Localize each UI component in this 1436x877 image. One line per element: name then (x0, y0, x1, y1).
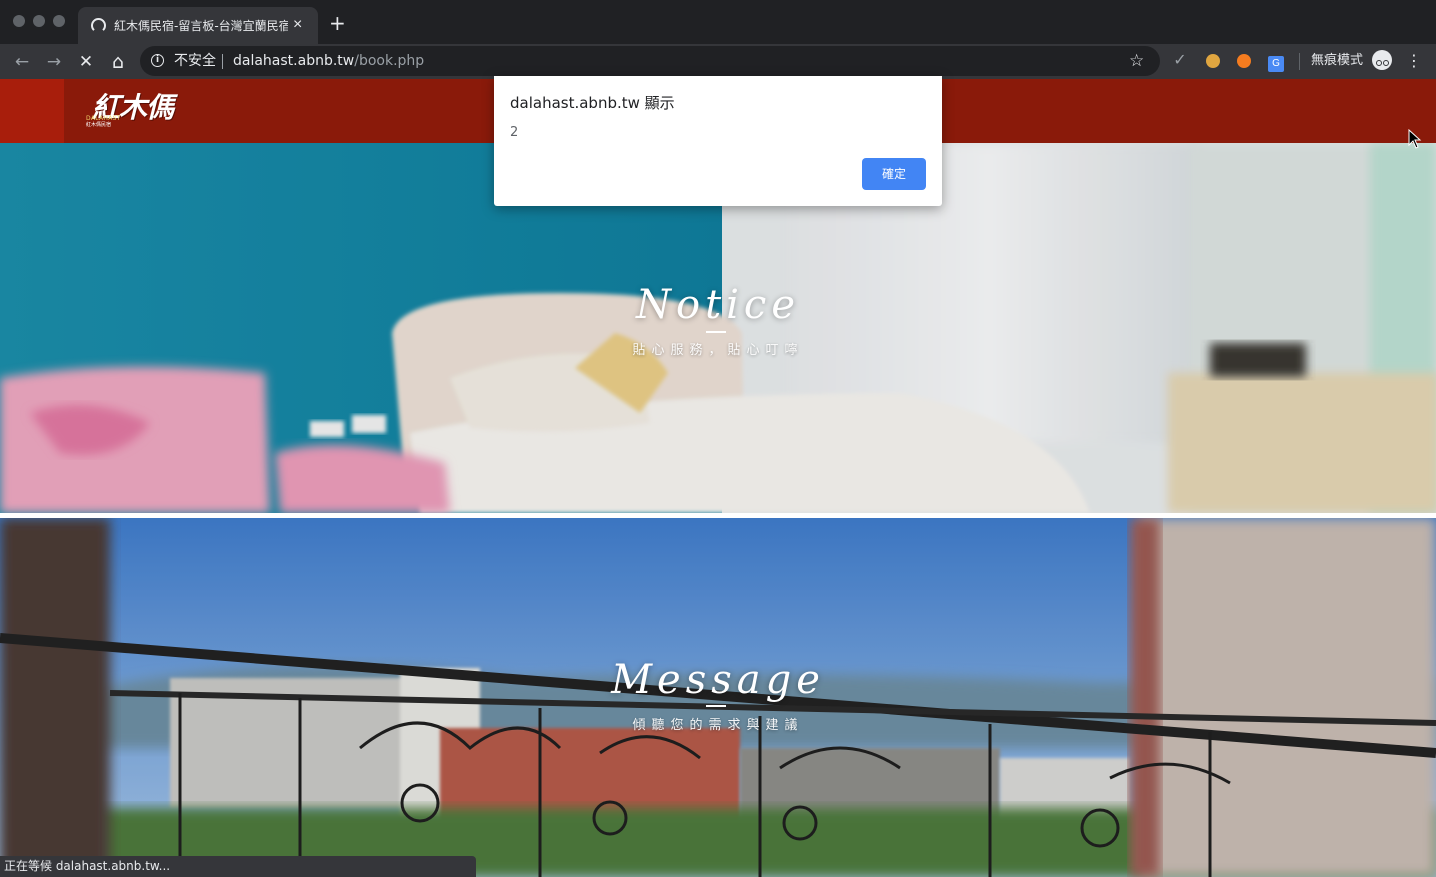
bookmark-star-icon[interactable]: ☆ (1129, 50, 1144, 72)
translate-extension-icon[interactable]: G (1266, 51, 1286, 72)
security-label[interactable]: 不安全 (174, 52, 216, 70)
window-close-dot[interactable] (13, 15, 25, 27)
status-text: 正在等候 dalahast.abnb.tw... (4, 859, 171, 873)
logo-english-name: DALAHAST (86, 115, 121, 122)
window-minimize-dot[interactable] (33, 15, 45, 27)
browser-menu-icon[interactable]: ⋮ (1406, 50, 1422, 72)
checkmark-extension-icon[interactable]: ✓ (1170, 51, 1190, 71)
mouse-cursor-icon (1408, 129, 1422, 149)
site-logo[interactable]: 紅木傌 DALAHAST 紅木傌民宿 (86, 90, 182, 132)
tab-close-icon[interactable]: × (293, 16, 302, 34)
tab-title: 紅木傌民宿-留言板-台灣宜蘭民宿 (114, 19, 288, 33)
notice-underline (706, 331, 726, 333)
home-icon[interactable]: ⌂ (105, 49, 131, 75)
address-bar[interactable]: i 不安全 dalahast.abnb.tw/book.php ☆ (140, 46, 1160, 76)
address-separator (222, 54, 223, 69)
incognito-icon[interactable] (1372, 50, 1392, 70)
cookie-extension-icon[interactable] (1203, 51, 1223, 71)
url-host: dalahast.abnb.tw (233, 53, 355, 69)
notice-title: Notice (635, 282, 801, 328)
fox-extension-icon[interactable] (1234, 51, 1254, 71)
window-zoom-dot[interactable] (53, 15, 65, 27)
dialog-title: dalahast.abnb.tw 顯示 (510, 94, 675, 112)
url-path: /book.php (354, 53, 425, 69)
back-arrow-icon[interactable]: ← (9, 49, 35, 75)
url-text[interactable]: dalahast.abnb.tw/book.php (233, 52, 424, 70)
new-tab-button[interactable]: + (329, 13, 346, 33)
dialog-message: 2 (510, 125, 519, 140)
active-tab[interactable]: 紅木傌民宿-留言板-台灣宜蘭民宿 × (78, 7, 318, 44)
status-bubble: 正在等候 dalahast.abnb.tw... (0, 856, 476, 877)
message-hero-banner: Message 傾聽您的需求與建議 (0, 518, 1436, 877)
loading-spinner-icon (91, 18, 106, 33)
ok-button[interactable]: 確定 (862, 158, 926, 190)
forward-arrow-icon[interactable]: → (41, 49, 67, 75)
toolbar-separator (1299, 53, 1300, 70)
alert-dialog: dalahast.abnb.tw 顯示 2 確定 (494, 76, 942, 206)
message-subtitle: 傾聽您的需求與建議 (632, 718, 804, 733)
tab-strip: 紅木傌民宿-留言板-台灣宜蘭民宿 × + (0, 0, 1436, 44)
notice-subtitle: 貼心服務，貼心叮嚀 (632, 343, 804, 358)
stop-loading-icon[interactable]: ✕ (73, 49, 99, 75)
message-title: Message (611, 657, 825, 703)
message-underline (706, 705, 726, 707)
site-info-icon[interactable]: i (151, 54, 164, 67)
browser-toolbar: ← → ✕ ⌂ i 不安全 dalahast.abnb.tw/book.php … (0, 44, 1436, 79)
logo-chinese-name: 紅木傌民宿 (86, 122, 112, 128)
header-accent-band (0, 79, 64, 143)
incognito-label[interactable]: 無痕模式 (1311, 52, 1363, 70)
